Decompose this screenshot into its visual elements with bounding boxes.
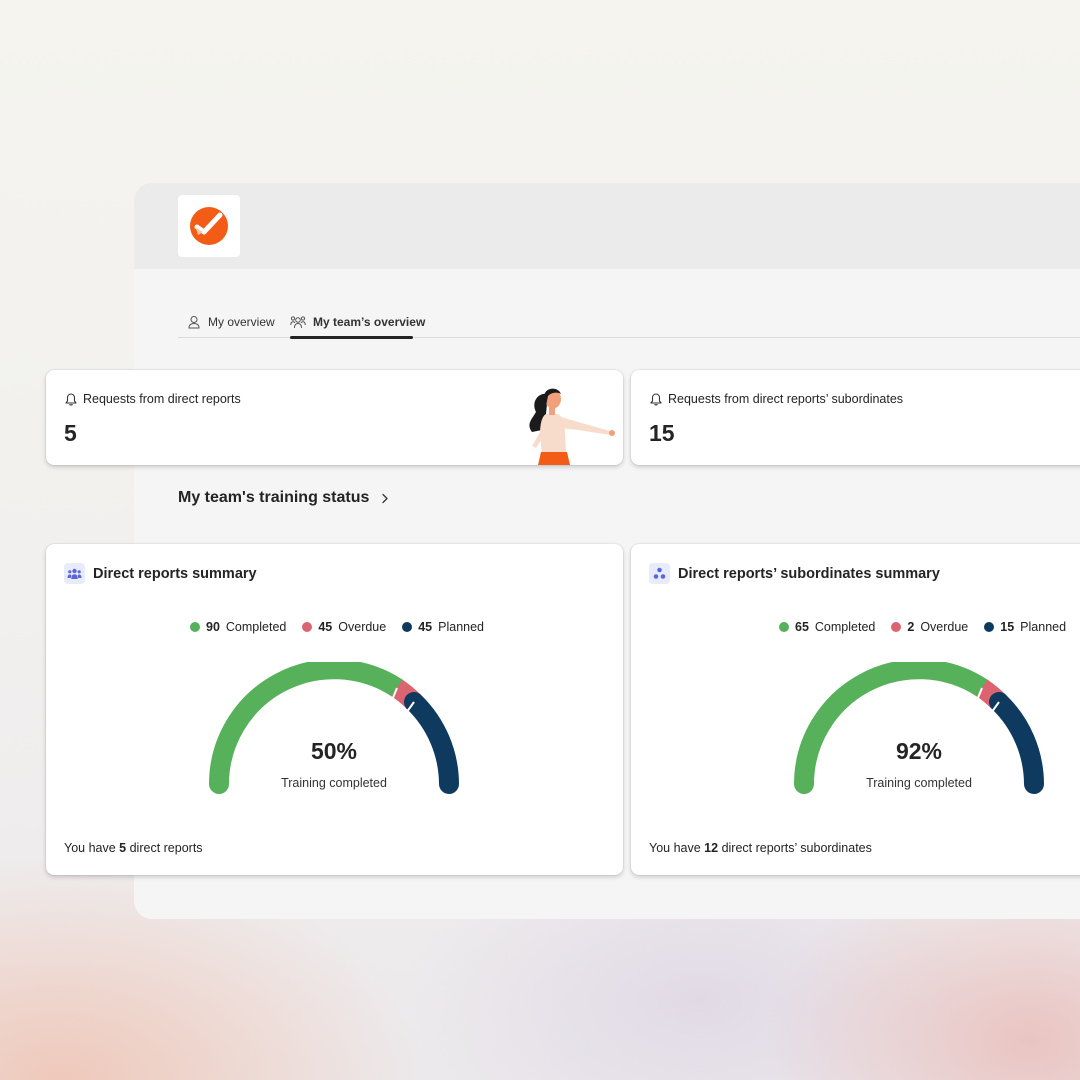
checkmark-logo-icon <box>190 207 228 245</box>
requests-label-text: Requests from direct reports <box>83 392 241 406</box>
footer-count: 12 <box>704 841 719 855</box>
overdue-dot <box>302 622 313 632</box>
bell-icon <box>65 392 77 406</box>
legend-completed: 65 Completed <box>779 620 875 634</box>
chevron-right-icon <box>382 493 389 503</box>
org-chart-icon <box>649 563 670 584</box>
chart-legend: 90 Completed 45 Overdue 45 Planned <box>190 620 484 634</box>
legend-value: 90 <box>206 620 220 634</box>
completed-dot <box>190 622 200 632</box>
legend-value: 45 <box>318 620 333 634</box>
legend-value: 65 <box>795 620 809 634</box>
active-tab-indicator <box>290 336 413 339</box>
legend-label: Planned <box>1020 620 1067 634</box>
subordinates-summary-card: Direct reports’ subordinates summary 65 C… <box>631 544 1080 875</box>
footer-prefix: You have <box>649 841 701 855</box>
footer-count: 5 <box>119 841 127 855</box>
summary-footer: You have 5 direct reports <box>64 841 203 855</box>
people-team-icon <box>290 316 306 329</box>
requests-label-text: Requests from direct reports’ subordinat… <box>668 392 904 406</box>
summary-title: Direct reports summary <box>64 563 257 584</box>
training-status-link[interactable]: My team's training status <box>178 489 389 507</box>
gauge-percent: 50% <box>310 738 358 764</box>
legend-value: 2 <box>907 620 915 634</box>
summary-title-text: Direct reports summary <box>93 565 257 582</box>
planned-dot <box>402 622 413 632</box>
legend-label: Overdue <box>920 620 969 634</box>
overdue-dot <box>891 622 902 632</box>
legend-label: Completed <box>225 620 287 634</box>
legend-completed: 90 Completed <box>190 620 286 634</box>
gauge-planned-arc <box>989 692 1044 794</box>
requests-direct-reports-card[interactable]: Requests from direct reports 5 <box>46 370 623 465</box>
gauge-completed-arc <box>794 662 992 794</box>
legend-overdue: 2 Overdue <box>891 620 968 634</box>
legend-label: Overdue <box>338 620 387 634</box>
footer-suffix: direct reports <box>129 841 203 855</box>
requests-count: 15 <box>649 420 675 446</box>
gauge-percent: 92% <box>895 738 943 764</box>
tab-my-overview[interactable]: My overview <box>187 307 275 337</box>
gauge-caption: Training completed <box>866 776 972 790</box>
footer-prefix: You have <box>64 841 116 855</box>
summary-title: Direct reports’ subordinates summary <box>649 563 940 584</box>
tab-my-teams-overview[interactable]: My team’s overview <box>290 307 426 339</box>
summary-title-text: Direct reports’ subordinates summary <box>678 565 940 582</box>
legend-planned: 15 Planned <box>984 620 1066 634</box>
footer-suffix: direct reports’ subordinates <box>721 841 872 855</box>
bell-icon <box>650 392 662 406</box>
team-icon <box>64 563 85 584</box>
chart-legend: 65 Completed 2 Overdue 15 Planned <box>779 620 1066 634</box>
tab-label: My team’s overview <box>313 315 426 329</box>
requests-count: 5 <box>64 420 77 446</box>
woman-pointing-illustration <box>529 388 615 465</box>
gauge-planned-arc <box>404 692 459 794</box>
requests-label: Requests from direct reports <box>65 392 241 406</box>
person-icon <box>188 316 200 329</box>
requests-subordinates-card[interactable]: Requests from direct reports’ subordinat… <box>631 370 1080 465</box>
app-header <box>134 183 1080 269</box>
tab-label: My overview <box>208 315 275 329</box>
completed-dot <box>779 622 789 632</box>
legend-value: 45 <box>418 620 433 634</box>
requests-label: Requests from direct reports’ subordinat… <box>650 392 903 406</box>
gauge-completed-arc <box>209 662 407 794</box>
legend-value: 15 <box>1000 620 1015 634</box>
planned-dot <box>984 622 995 632</box>
summary-footer: You have 12 direct reports’ subordinates <box>649 841 872 855</box>
legend-label: Completed <box>814 620 876 634</box>
section-title: My team's training status <box>178 489 370 506</box>
gauge-caption: Training completed <box>281 776 387 790</box>
direct-reports-summary-card: Direct reports summary 90 Completed 45 Ove… <box>46 544 623 875</box>
legend-label: Planned <box>438 620 484 634</box>
legend-planned: 45 Planned <box>402 620 484 634</box>
overview-tabs: My overview My team’s overview <box>178 307 1080 339</box>
legend-overdue: 45 Overdue <box>302 620 386 634</box>
app-logo[interactable] <box>178 195 240 257</box>
